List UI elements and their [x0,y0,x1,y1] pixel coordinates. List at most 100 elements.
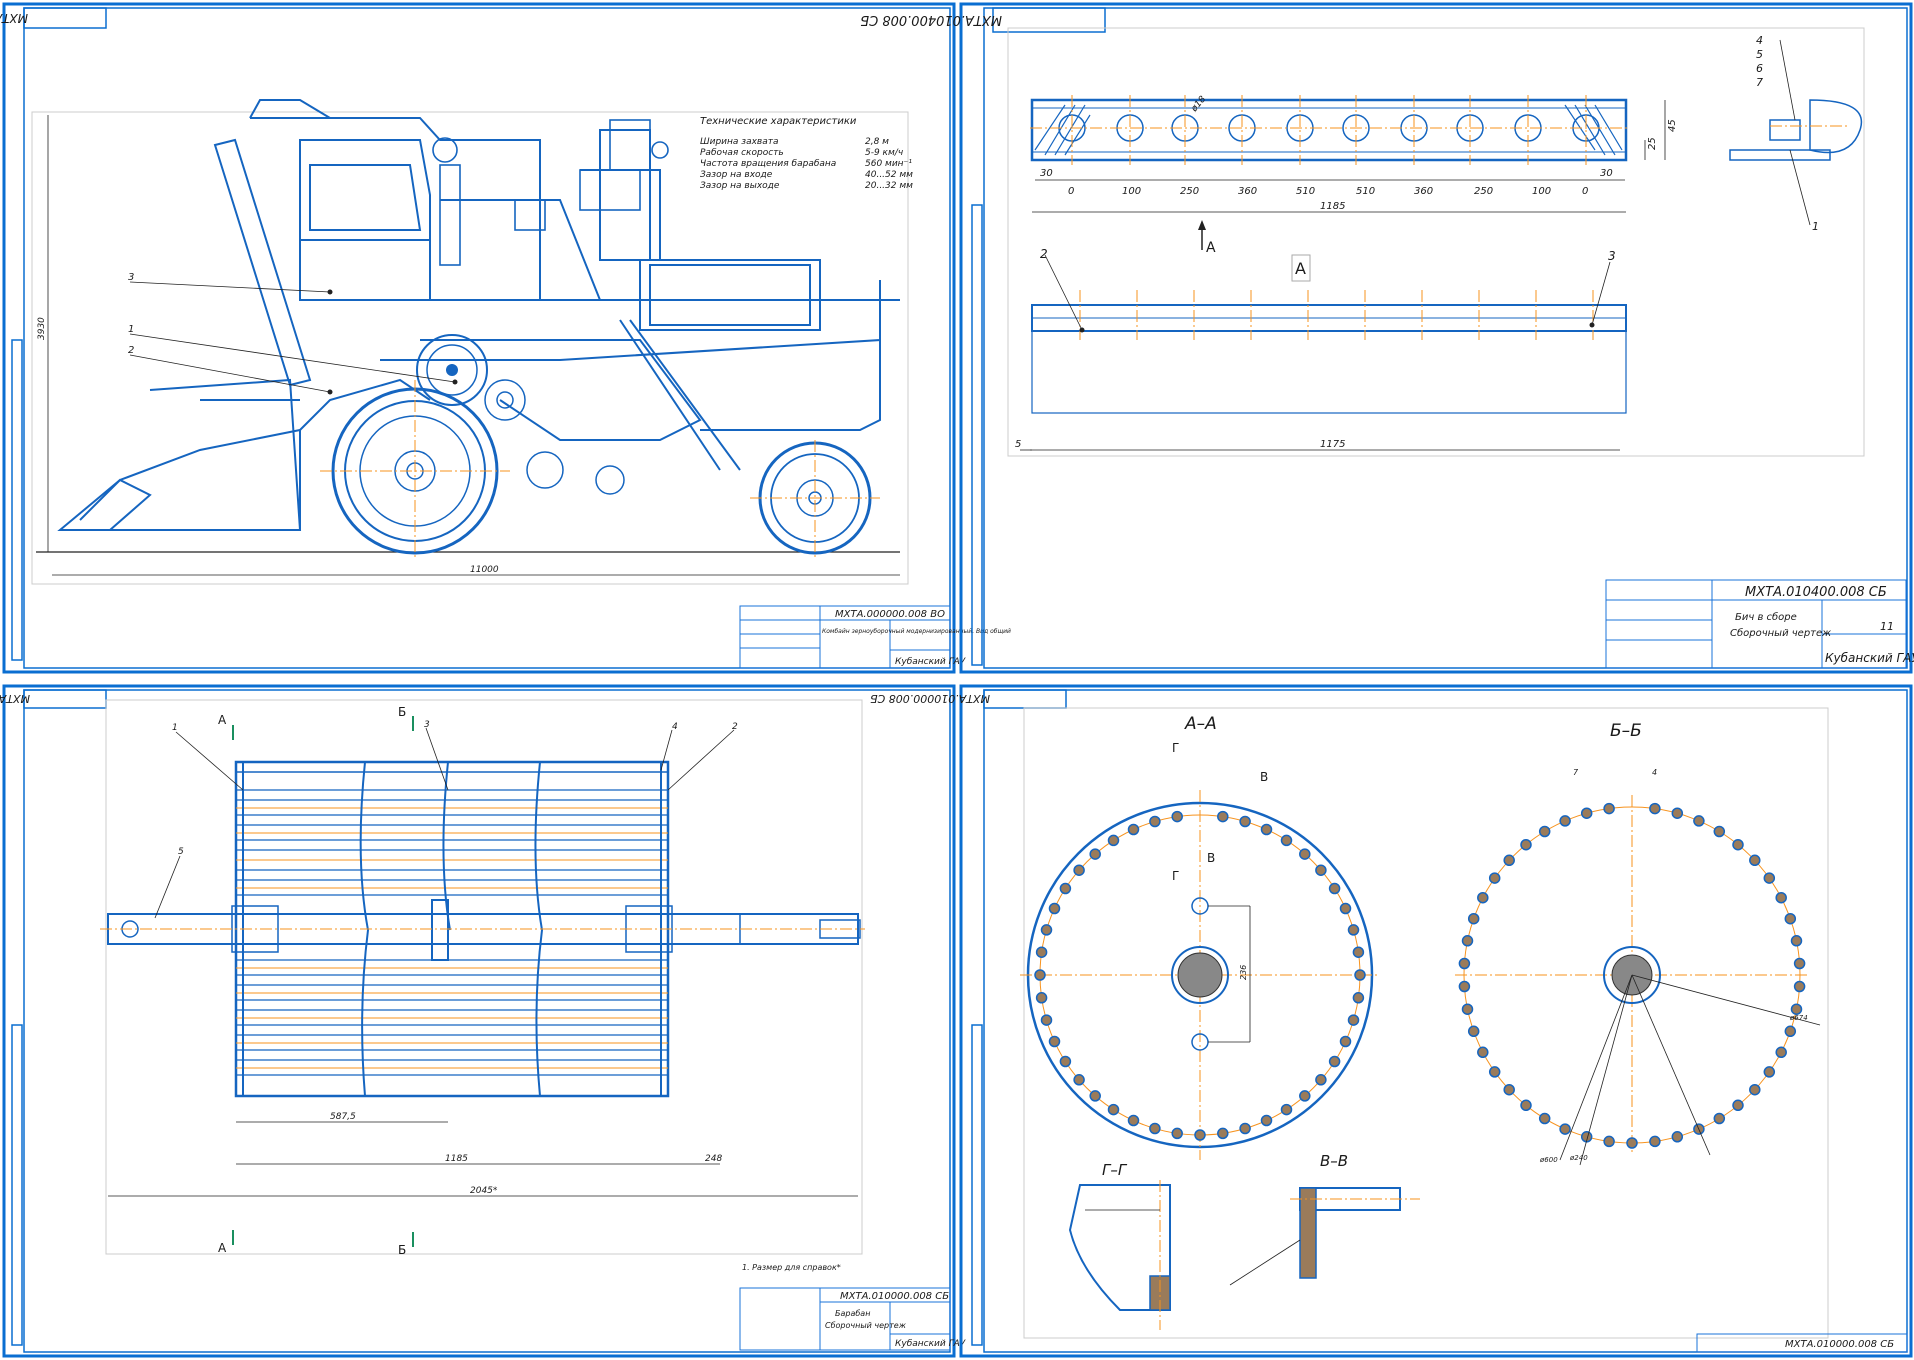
section-aa: 236 Г В Г В [1020,741,1380,1160]
spec-val: 20...32 мм [865,181,913,191]
dim: 360 [1414,186,1433,197]
callout-3: 3 [424,720,430,730]
bolt-hole [1749,1083,1761,1096]
bolt-hole [1239,815,1251,828]
dim: 100 [1122,186,1141,197]
callout-6: 6 [1756,62,1763,75]
bolt-hole [1073,1074,1085,1086]
dim: 30 [1600,168,1613,179]
bolt-hole [1477,891,1489,904]
bolt-hole [1503,854,1515,867]
callout-1: 1 [172,723,178,733]
bolt-hole [1559,815,1571,827]
spec-key: Рабочая скорость [700,148,784,158]
bolt-hole [1458,957,1471,970]
dim: ø674 [1789,1014,1808,1022]
bolt-hole [1603,802,1615,815]
title-name: Барабан [835,1309,870,1318]
bolt-hole [1315,864,1327,876]
spec-key: Зазор на входе [700,170,773,180]
bolt-detail: 4 5 6 7 1 [1729,34,1863,233]
spec-key: Ширина захвата [700,137,779,147]
bolt-hole [1790,935,1803,947]
bolt-hole [1315,1074,1327,1086]
bolt-hole [1603,1135,1615,1148]
spec-val: 2,8 м [865,137,889,147]
section-vv [1229,1187,1420,1286]
section-bb-title: Б–Б [1610,721,1642,741]
bolt-hole [1280,1103,1293,1116]
bolt-hole [1217,810,1229,823]
bolt-hole [1458,980,1471,993]
dim: 248 [705,1154,722,1164]
title-code: МХТА.010000.008 СБ [1785,1339,1894,1350]
bolt-hole [1671,807,1684,819]
callout-1: 1 [128,324,134,335]
spec-val: 40...52 мм [865,170,913,180]
cut-label-g: Г [1172,741,1179,755]
dim: 510 [1356,186,1375,197]
bolt-hole [1107,1103,1120,1116]
spec-val: 560 мин⁻¹ [865,159,912,169]
section-vv-title: В–В [1320,1152,1348,1170]
callout-7: 7 [1573,768,1579,777]
org-name: Кубанский ГАУ [895,657,966,667]
bolt-hole [1347,924,1360,936]
bolt-hole [1626,1137,1638,1149]
dim: 5 [1015,439,1021,450]
bolt-hole [1784,912,1797,925]
dim-length: 1175 [1320,439,1345,450]
bolt-hole [1649,1135,1661,1148]
dim: 1185 [445,1154,468,1164]
drawing-canvas: МХТА.000000.008 ВО 11000 3930 [0,2,1914,1358]
bolt-hole [1035,946,1048,958]
bolt-hole [1732,1099,1744,1112]
bolt-hole [1260,1114,1273,1127]
dimensions: 587,5 1185 2045* 248 [108,1112,858,1197]
sheet-drum-sections: МХТА.010000.008 СБ А–А Б–Б Г–Г В–В 236 Г… [870,684,1913,1358]
bolt-hole [1352,946,1365,958]
bolt-hole [1089,1090,1101,1102]
stamp-rotated: МХТА.010000.008 СБ [870,692,990,705]
org-name: Кубанский ГАУ [895,1339,966,1349]
section-b-bottom: Б [398,1243,406,1257]
bolt-hole [1520,838,1532,851]
callout-5: 5 [178,847,184,857]
section-a-bottom: А [218,1241,227,1255]
bolt-hole [1649,802,1661,815]
sheet-frame [959,684,1913,1358]
bolt-hole [1488,1066,1501,1078]
bolt-hole [1171,1127,1183,1140]
bolt-hole [1467,1025,1480,1038]
bolt-hole [1040,1014,1053,1026]
dim: 100 [1532,186,1551,197]
note: 1. Размер для справок* [742,1263,841,1272]
bolt-hole [1538,1112,1551,1125]
bolt-hole [1339,902,1352,915]
callout-3: 3 [1608,249,1616,263]
sheet-frame [2,684,956,1358]
title-block: МХТА.010000.008 СБ Барабан Сборочный чер… [739,1287,966,1351]
bolt-hole [1503,1083,1515,1096]
spec-val: 5-9 км/ч [865,148,903,158]
bolt-hole [1488,872,1501,884]
dim: 30 [1040,168,1053,179]
title-block: МХТА.010400.008 СБ Бич в сборе Сборочный… [1605,579,1914,669]
section-a-top: А [218,713,227,727]
bolt-hole [1793,957,1806,970]
dim: 0 [1582,186,1588,197]
drum-body [100,760,865,1098]
cut-label-v: В [1260,770,1268,784]
dim: ø600 [1539,1156,1558,1164]
section-gg-title: Г–Г [1102,1161,1128,1179]
dim: ø240 [1569,1154,1588,1162]
callout-7: 7 [1756,76,1763,89]
callout-2: 2 [1040,247,1048,261]
dim-width: 11000 [470,565,499,575]
bolt-hole [1073,864,1085,876]
bolt-hole [1260,823,1273,836]
title-subname: Сборочный чертеж [825,1321,907,1330]
dim-height: 45 [1667,119,1678,132]
org-name: Кубанский ГАУ [1825,651,1914,665]
sheet-number: 11 [1880,620,1894,633]
